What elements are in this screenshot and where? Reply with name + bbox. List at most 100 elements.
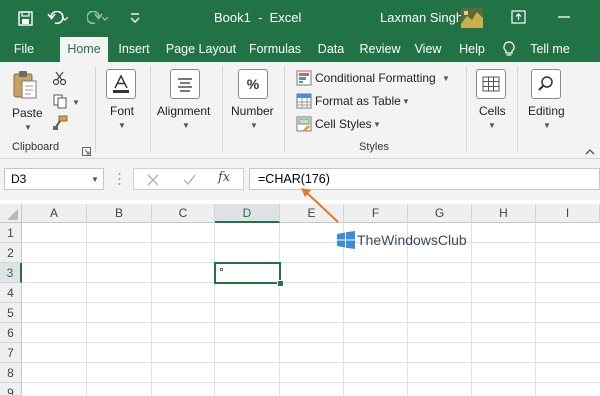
column-header-f[interactable]: F (344, 204, 408, 223)
cell-styles-button[interactable]: Cell Styles (315, 117, 372, 131)
name-box-dropdown-icon[interactable]: ▼ (91, 175, 99, 184)
tab-tell-me[interactable]: Tell me (524, 36, 576, 62)
tab-help[interactable]: Help (454, 36, 490, 62)
gridline (279, 223, 280, 396)
cancel-icon[interactable] (147, 173, 159, 191)
gridline (22, 322, 600, 323)
conditional-formatting-icon[interactable] (296, 70, 312, 91)
format-as-table-icon[interactable] (296, 93, 312, 114)
lightbulb-icon[interactable] (502, 41, 516, 62)
number-dropdown-icon[interactable]: ▼ (250, 121, 258, 130)
cell-value: ° (219, 265, 224, 279)
copy-icon[interactable] (52, 93, 68, 114)
row-header-8[interactable]: 8 (0, 363, 22, 383)
save-icon[interactable] (14, 0, 36, 36)
row-header-5[interactable]: 5 (0, 303, 22, 323)
gridline (22, 362, 600, 363)
alignment-icon[interactable] (170, 69, 200, 99)
format-as-table-button[interactable]: Format as Table (315, 94, 401, 108)
gridline (214, 223, 215, 396)
paste-button[interactable]: Paste (12, 106, 43, 120)
tab-page-layout[interactable]: Page Layout (163, 36, 239, 62)
selected-cell-d3[interactable]: ° (214, 262, 281, 284)
column-header-g[interactable]: G (408, 204, 472, 223)
formula-bar-grip[interactable] (118, 172, 121, 186)
group-separator (517, 66, 518, 152)
tab-view[interactable]: View (411, 36, 445, 62)
row-header-1[interactable]: 1 (0, 223, 22, 243)
search-icon[interactable] (531, 69, 561, 99)
row-header-2[interactable]: 2 (0, 243, 22, 263)
tab-insert[interactable]: Insert (113, 36, 155, 62)
gridline (151, 223, 152, 396)
name-box[interactable]: D3 (4, 168, 104, 190)
column-header-b[interactable]: B (87, 204, 152, 223)
gridline (86, 223, 87, 396)
gridline (22, 262, 600, 263)
cell-styles-dropdown-icon[interactable]: ▼ (373, 120, 381, 129)
gridline (535, 223, 536, 396)
column-header-c[interactable]: C (152, 204, 215, 223)
minimize-icon[interactable] (557, 10, 571, 29)
ribbon-display-options-icon[interactable] (511, 10, 526, 29)
tab-home[interactable]: Home (60, 37, 108, 62)
gridline (22, 302, 600, 303)
format-as-table-dropdown-icon[interactable]: ▼ (402, 97, 410, 106)
paste-icon[interactable] (12, 70, 38, 105)
row-header-6[interactable]: 6 (0, 323, 22, 343)
row-header-3[interactable]: 3 (0, 263, 22, 283)
select-all-button[interactable] (0, 204, 22, 223)
customize-icon[interactable] (124, 0, 146, 36)
cut-icon[interactable] (52, 70, 68, 91)
editing-button[interactable]: Editing (528, 104, 565, 118)
cells-button[interactable]: Cells (479, 104, 506, 118)
conditional-formatting-dropdown-icon[interactable]: ▼ (442, 74, 450, 83)
row-header-7[interactable]: 7 (0, 343, 22, 363)
group-separator (466, 66, 467, 152)
gridline (22, 382, 600, 383)
undo-icon[interactable] (44, 0, 72, 36)
editing-dropdown-icon[interactable]: ▼ (543, 121, 551, 130)
redo-icon[interactable] (84, 0, 112, 36)
tab-formulas[interactable]: Formulas (246, 36, 304, 62)
row-header-4[interactable]: 4 (0, 283, 22, 303)
column-header-i[interactable]: I (536, 204, 600, 223)
insert-function-icon[interactable]: fx (218, 170, 230, 185)
styles-group-label: Styles (359, 141, 389, 153)
group-separator (150, 66, 151, 152)
conditional-formatting-button[interactable]: Conditional Formatting (315, 71, 436, 85)
worksheet (0, 200, 600, 396)
paste-dropdown-icon[interactable]: ▼ (24, 123, 32, 132)
alignment-button[interactable]: Alignment (157, 104, 210, 118)
user-name[interactable]: Laxman Singh (380, 0, 463, 36)
column-header-d[interactable]: D (215, 204, 280, 223)
clipboard-group-label: Clipboard (12, 141, 60, 153)
group-separator (95, 66, 96, 152)
tab-file[interactable]: File (4, 36, 44, 62)
document-title: Book1 - Excel (214, 10, 302, 25)
format-painter-icon[interactable] (52, 115, 68, 136)
row-header-9[interactable]: 9 (0, 383, 22, 396)
gridline (471, 223, 472, 396)
cells-dropdown-icon[interactable]: ▼ (488, 121, 496, 130)
font-dropdown-icon[interactable]: ▼ (118, 121, 126, 130)
font-icon[interactable] (106, 69, 136, 99)
tab-review[interactable]: Review (356, 36, 404, 62)
enter-icon[interactable] (183, 173, 196, 191)
alignment-dropdown-icon[interactable]: ▼ (182, 121, 190, 130)
number-button[interactable]: Number (231, 104, 274, 118)
avatar[interactable] (461, 8, 483, 28)
column-header-h[interactable]: H (472, 204, 536, 223)
collapse-ribbon-icon[interactable] (585, 142, 595, 160)
gridline (22, 342, 600, 343)
tab-data[interactable]: Data (313, 36, 349, 62)
percent-icon[interactable]: % (238, 69, 268, 99)
copy-dropdown-icon[interactable]: ▼ (72, 98, 80, 107)
cells-icon[interactable] (476, 69, 506, 99)
gridline (22, 242, 600, 243)
column-header-a[interactable]: A (22, 204, 87, 223)
group-separator (284, 66, 285, 152)
font-button[interactable]: Font (110, 104, 134, 118)
cell-styles-icon[interactable] (296, 116, 312, 137)
fill-handle[interactable] (277, 280, 284, 287)
